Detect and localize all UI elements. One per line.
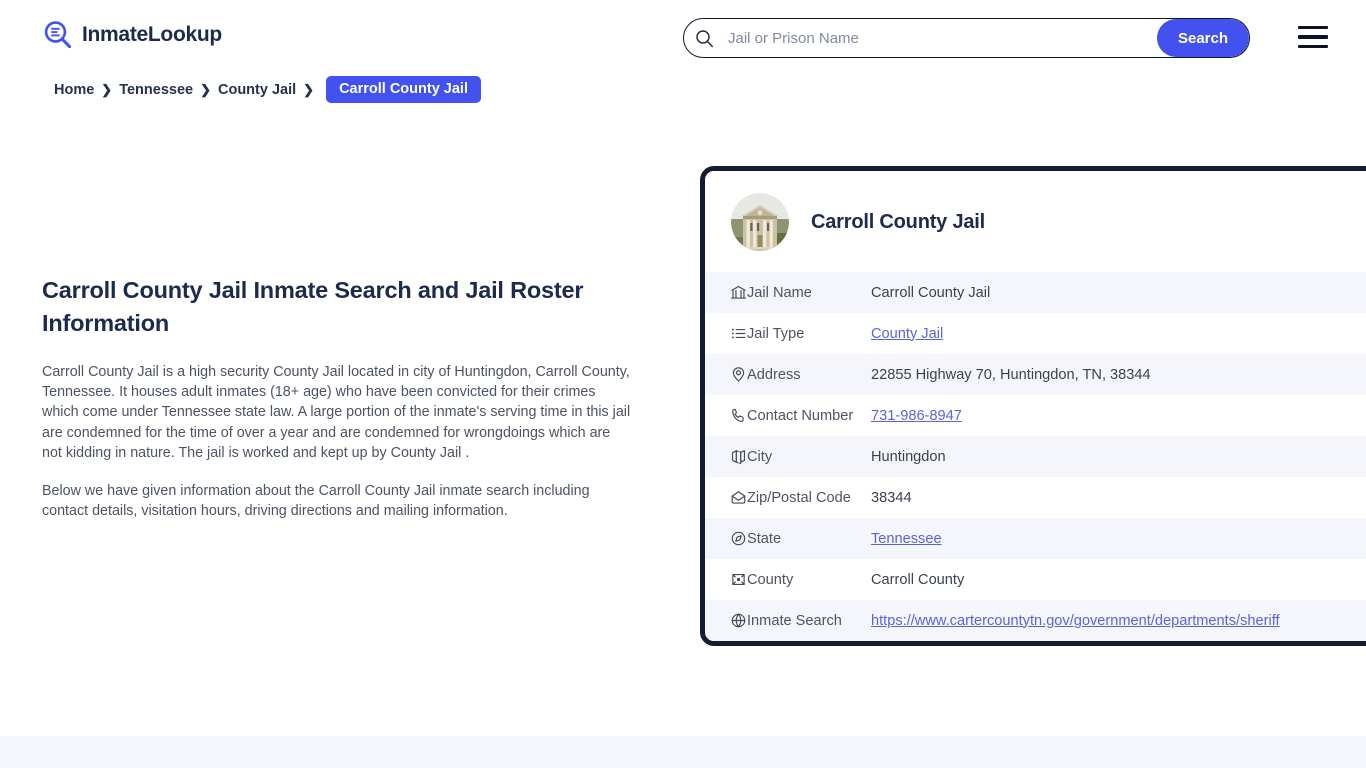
row-label: Address: [747, 366, 801, 383]
map-icon: [705, 436, 747, 477]
article-content: Carroll County Jail Inmate Search and Ja…: [42, 274, 634, 521]
row-value: County Jail: [871, 313, 1366, 354]
brand-logo-link[interactable]: InmateLookup: [42, 19, 222, 51]
hamburger-line: [1298, 26, 1328, 30]
hamburger-line: [1298, 35, 1328, 39]
phone-icon: [705, 395, 747, 436]
row-label: Jail Type: [747, 325, 805, 342]
row-label: City: [747, 448, 773, 465]
map-pin-icon: [705, 354, 747, 395]
globe-icon: [705, 600, 747, 641]
compass-icon: [705, 518, 747, 559]
table-row: Contact Number 731-986-8947: [705, 395, 1366, 436]
row-label: Zip/Postal Code: [747, 489, 851, 506]
row-label: State: [747, 530, 782, 547]
table-row: County Carroll County: [705, 559, 1366, 600]
breadcrumb-item-county-jail[interactable]: County Jail: [218, 82, 296, 98]
county-seal-icon: [705, 559, 747, 600]
table-row: State Tennessee: [705, 518, 1366, 559]
card-header: Carroll County Jail: [705, 171, 1366, 272]
courthouse-building-photo: [731, 193, 789, 251]
chevron-right-icon: ❯: [303, 81, 315, 97]
breadcrumb-item-current: Carroll County Jail: [326, 76, 481, 103]
card-title: Carroll County Jail: [811, 210, 986, 233]
article-paragraph-1: Carroll County Jail is a high security C…: [42, 364, 631, 461]
list-icon: [705, 313, 747, 354]
table-row: Jail Type County Jail: [705, 313, 1366, 354]
breadcrumb: Home ❯ Tennessee ❯ County Jail ❯ Carroll…: [54, 76, 481, 103]
row-label: Contact Number: [747, 407, 854, 424]
envelope-icon: [705, 477, 747, 518]
state-link[interactable]: Tennessee: [871, 531, 942, 547]
hamburger-menu-icon[interactable]: [1298, 26, 1328, 48]
table-row: Zip/Postal Code 38344: [705, 477, 1366, 518]
jail-type-link[interactable]: County Jail: [871, 326, 943, 342]
row-value: https://www.cartercountytn.gov/governmen…: [871, 600, 1366, 641]
table-row: Inmate Search https://www.cartercountytn…: [705, 600, 1366, 641]
bank-icon: [705, 272, 747, 313]
magnifier-list-icon: [42, 19, 74, 51]
table-row: City Huntingdon: [705, 436, 1366, 477]
row-value: Carroll County Jail: [871, 284, 991, 301]
row-value: Huntingdon: [871, 448, 946, 465]
chevron-right-icon: ❯: [101, 81, 113, 97]
page-title: Carroll County Jail Inmate Search and Ja…: [42, 277, 584, 336]
row-value: 731-986-8947: [871, 395, 1366, 436]
site-header: InmateLookup Search: [0, 0, 1366, 74]
table-row: Jail Name Carroll County Jail: [705, 272, 1366, 313]
row-label: County: [747, 571, 794, 588]
jail-info-card: Carroll County Jail Jail Name Carroll Co…: [700, 166, 1366, 646]
row-value: Carroll County: [871, 571, 965, 588]
footer-band: [0, 736, 1366, 768]
row-label: Jail Name: [747, 284, 812, 301]
search-icon: [684, 19, 724, 57]
contact-number-link[interactable]: 731-986-8947: [871, 408, 962, 424]
row-label: Inmate Search: [747, 612, 842, 629]
search-bar[interactable]: Search: [683, 18, 1250, 58]
breadcrumb-item-tennessee[interactable]: Tennessee: [119, 82, 193, 98]
search-button[interactable]: Search: [1157, 19, 1249, 57]
row-value: 22855 Highway 70, Huntingdon, TN, 38344: [871, 366, 1151, 383]
row-value: 38344: [871, 489, 912, 506]
inmate-search-link[interactable]: https://www.cartercountytn.gov/governmen…: [871, 613, 1280, 629]
search-input[interactable]: [724, 19, 1157, 57]
brand-name: InmateLookup: [82, 23, 222, 46]
table-row: Address 22855 Highway 70, Huntingdon, TN…: [705, 354, 1366, 395]
row-value: Tennessee: [871, 518, 1366, 559]
jail-details-table: Jail Name Carroll County Jail Jail Type: [705, 272, 1366, 641]
hamburger-line: [1298, 44, 1328, 48]
chevron-right-icon: ❯: [200, 81, 211, 97]
article-paragraph-2: Below we have given information about th…: [42, 483, 590, 520]
breadcrumb-item-home[interactable]: Home: [54, 82, 94, 98]
